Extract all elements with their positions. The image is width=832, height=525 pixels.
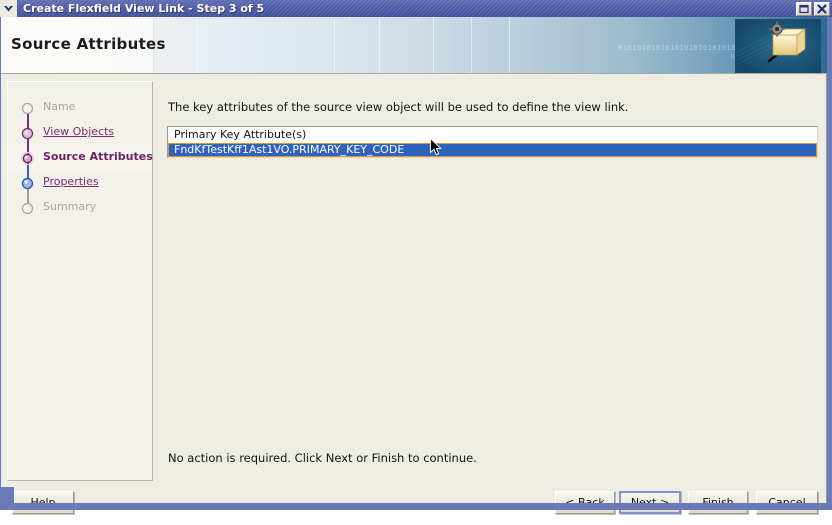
sidebar-step-name: Name	[8, 94, 152, 119]
sidebar-step-view-objects[interactable]: View Objects	[8, 119, 152, 144]
sidebar-step-summary: Summary	[8, 194, 152, 219]
dialog-client-area: Source Attributes 0101010101010101010101…	[1, 17, 827, 514]
dialog-window: Create Flexfield View Link - Step 3 of 5	[0, 0, 832, 514]
sidebar-step-label: Name	[43, 100, 76, 113]
step-node-icon	[21, 200, 34, 215]
primary-key-attributes-list[interactable]: Primary Key Attribute(s) FndKfTestKff1As…	[167, 126, 818, 158]
system-menu-button[interactable]	[0, 0, 17, 17]
banner-band	[334, 17, 335, 73]
page-title: Source Attributes	[11, 35, 166, 53]
sidebar-step-label: Properties	[43, 175, 99, 188]
close-icon	[817, 3, 827, 14]
sidebar-step-label: Source Attributes	[43, 150, 153, 163]
banner-band	[197, 17, 198, 73]
restore-icon	[799, 4, 809, 13]
wizard-steps-panel: Name View Objects Source Attributes Prop…	[7, 81, 153, 481]
sidebar-step-source-attributes[interactable]: Source Attributes	[8, 144, 153, 169]
chevron-down-icon	[4, 6, 13, 12]
window-frame-right	[827, 17, 832, 510]
close-button[interactable]	[814, 1, 830, 16]
window-frame-bottom	[0, 503, 832, 510]
step-node-icon	[21, 125, 34, 140]
sidebar-step-properties[interactable]: Properties	[8, 169, 152, 194]
banner-band	[509, 17, 510, 73]
title-bar[interactable]: Create Flexfield View Link - Step 3 of 5	[0, 0, 832, 17]
content-area: The key attributes of the source view ob…	[166, 81, 821, 481]
wizard-steps-list: Name View Objects Source Attributes Prop…	[8, 94, 153, 219]
window-title: Create Flexfield View Link - Step 3 of 5	[23, 2, 265, 15]
step-node-current-icon	[20, 150, 35, 166]
instruction-text: The key attributes of the source view ob…	[168, 100, 629, 114]
restore-button[interactable]	[796, 1, 812, 16]
header-banner: Source Attributes 0101010101010101010101…	[1, 17, 827, 74]
step-node-icon	[21, 175, 34, 190]
banner-band	[433, 17, 434, 73]
list-item[interactable]: FndKfTestKff1Ast1VO.PRIMARY_KEY_CODE	[168, 143, 817, 157]
banner-band	[379, 17, 380, 73]
banner-band	[471, 17, 472, 73]
wizard-wand-folder-icon	[735, 19, 821, 73]
sidebar-step-label: Summary	[43, 200, 97, 213]
window-frame-left	[0, 17, 1, 510]
status-message: No action is required. Click Next or Fin…	[168, 451, 477, 465]
list-column-header: Primary Key Attribute(s)	[168, 127, 817, 143]
sidebar-step-label: View Objects	[43, 125, 115, 138]
step-node-icon	[21, 100, 34, 115]
window-frame-bottom-left	[0, 487, 14, 510]
